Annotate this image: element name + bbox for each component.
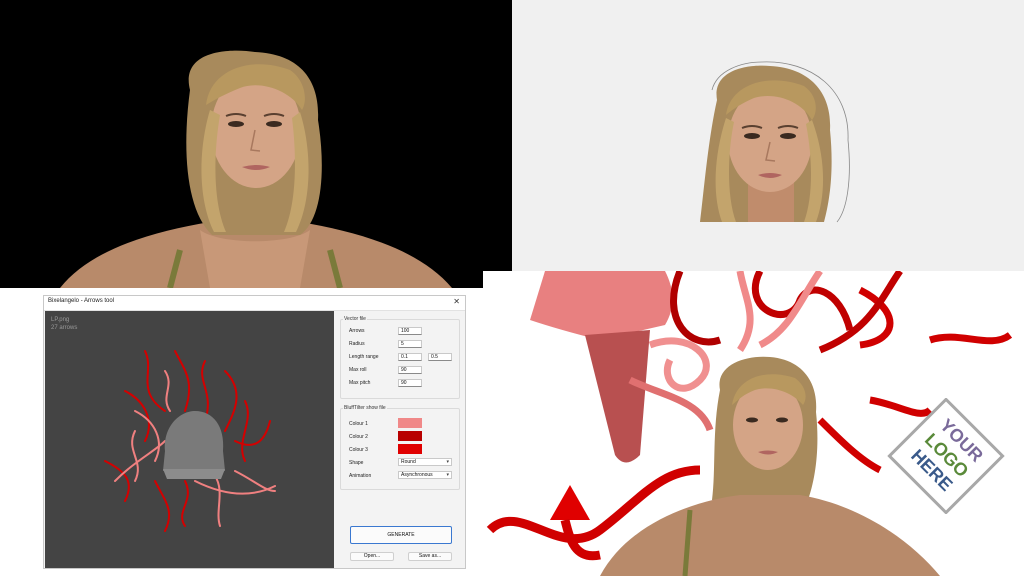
colour2-swatch[interactable] bbox=[398, 431, 422, 441]
animation-select[interactable]: Asynchronous ▾ bbox=[398, 471, 452, 479]
animation-select-value: Asynchronous bbox=[401, 472, 433, 478]
character-portrait-image bbox=[692, 60, 852, 223]
close-icon[interactable]: ✕ bbox=[453, 297, 460, 306]
logo-placeholder: YOUR LOGO HERE bbox=[880, 398, 1012, 514]
max-roll-input[interactable]: 90 bbox=[398, 366, 422, 374]
colour1-label: Colour 1 bbox=[349, 421, 368, 427]
window-title: Bixelangelo - Arrows tool bbox=[48, 298, 115, 304]
length-range-label: Length range bbox=[349, 354, 379, 360]
render-portrait-light-background bbox=[512, 0, 1024, 288]
shape-label: Shape bbox=[349, 460, 364, 466]
length-min-input[interactable]: 0.1 bbox=[398, 353, 422, 361]
preview-arrows-drawing bbox=[104, 350, 276, 532]
colour3-swatch[interactable] bbox=[398, 444, 422, 454]
shape-select-value: Round bbox=[401, 459, 416, 465]
arrows-preview-canvas: LP.png 27 arrows bbox=[45, 311, 334, 568]
animation-label: Animation bbox=[349, 473, 372, 479]
colour2-label: Colour 2 bbox=[349, 434, 368, 440]
render-front-black-background bbox=[0, 0, 512, 288]
radius-input[interactable]: 5 bbox=[398, 340, 422, 348]
arrows-tool-window: Bixelangelo - Arrows tool ✕ LP.png 27 ar… bbox=[43, 295, 466, 569]
save-as-button[interactable]: Save as... bbox=[408, 552, 452, 561]
radius-label: Radius bbox=[349, 341, 365, 347]
arrows-label: Arrows bbox=[349, 328, 365, 334]
your-logo-here-logo: YOUR LOGO HERE bbox=[887, 398, 1005, 514]
colour1-swatch[interactable] bbox=[398, 418, 422, 428]
arrows-input[interactable]: 100 bbox=[398, 327, 422, 335]
shape-select[interactable]: Round ▾ bbox=[398, 458, 452, 466]
chevron-down-icon: ▾ bbox=[446, 472, 449, 478]
bufftilter-legend: BluffTilter show file bbox=[343, 405, 387, 411]
chevron-down-icon: ▾ bbox=[446, 459, 449, 465]
generate-button[interactable]: GENERATE bbox=[350, 526, 452, 544]
character-front-image bbox=[60, 50, 452, 288]
max-pitch-input[interactable]: 90 bbox=[398, 379, 422, 387]
max-pitch-label: Max pitch bbox=[349, 380, 371, 386]
colour3-label: Colour 3 bbox=[349, 447, 368, 453]
vector-file-legend: Vector file bbox=[343, 316, 367, 322]
max-roll-label: Max roll bbox=[349, 367, 367, 373]
window-titlebar: Bixelangelo - Arrows tool ✕ bbox=[44, 296, 465, 311]
length-max-input[interactable]: 0.5 bbox=[428, 353, 452, 361]
open-button[interactable]: Open... bbox=[350, 552, 394, 561]
